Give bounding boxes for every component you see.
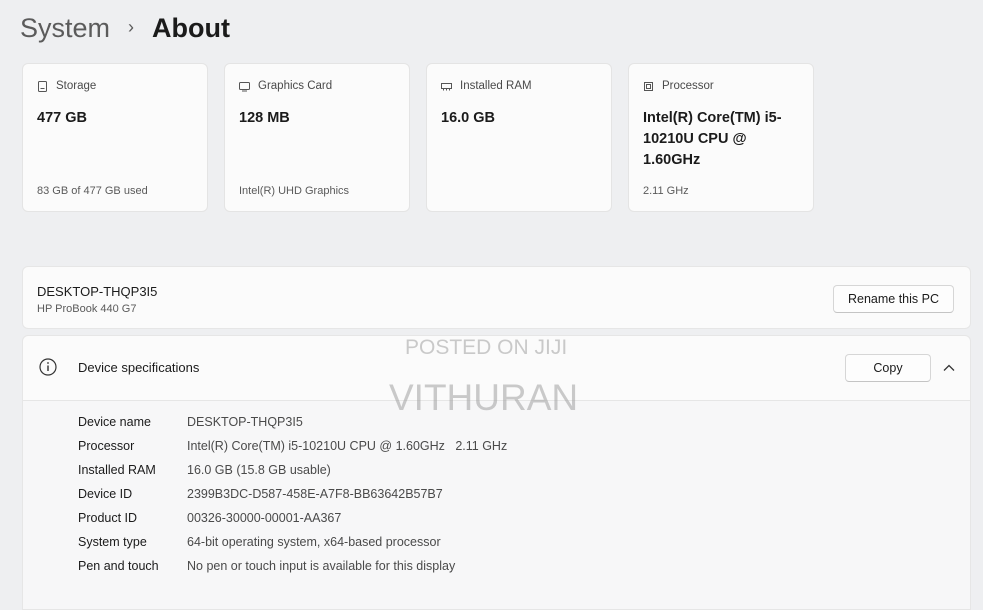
installed-ram-value: 16.0 GB <box>441 110 495 126</box>
installed-ram-card: Installed RAM 16.0 GB <box>426 63 612 212</box>
spec-row: Device name DESKTOP-THQP3I5 <box>78 410 507 434</box>
breadcrumb-system-link[interactable]: System <box>20 13 110 44</box>
spec-value: Intel(R) Core(TM) i5-10210U CPU @ 1.60GH… <box>187 439 508 453</box>
spec-list: Device name DESKTOP-THQP3I5 Processor In… <box>78 410 507 578</box>
device-specifications-panel: Device specifications Copy Device name D… <box>22 335 971 610</box>
spec-label: Pen and touch <box>78 559 159 573</box>
spec-value: 16.0 GB (15.8 GB usable) <box>187 463 331 477</box>
graphics-card-value: 128 MB <box>239 110 290 126</box>
spec-value: 00326-30000-00001-AA367 <box>187 511 342 525</box>
spec-label: Product ID <box>78 511 138 525</box>
spec-label: Device name <box>78 415 151 429</box>
graphics-card-name: Intel(R) UHD Graphics <box>239 185 350 197</box>
spec-value: 2399B3DC-D587-458E-A7F8-BB63642B57B7 <box>187 487 443 501</box>
storage-value: 477 GB <box>37 110 87 126</box>
processor-value: Intel(R) Core(TM) i5-10210U CPU @ 1.60GH… <box>643 110 782 168</box>
processor-card: Processor Intel(R) Core(TM) i5-10210U CP… <box>628 63 814 212</box>
storage-icon <box>38 80 47 92</box>
spec-row: Device ID 2399B3DC-D587-458E-A7F8-BB6364… <box>78 482 507 506</box>
spec-row: Processor Intel(R) Core(TM) i5-10210U CP… <box>78 434 507 458</box>
spec-row: System type 64-bit operating system, x64… <box>78 530 507 554</box>
spec-label: Device ID <box>78 487 133 501</box>
device-name: DESKTOP-THQP3I5 <box>37 284 158 299</box>
storage-usage: 83 GB of 477 GB used <box>37 185 148 197</box>
graphics-card-card: Graphics Card 128 MB Intel(R) UHD Graphi… <box>224 63 410 212</box>
breadcrumb: System › About <box>20 8 230 48</box>
installed-ram-label: Installed RAM <box>460 80 532 92</box>
processor-label: Processor <box>662 80 714 92</box>
spec-value: No pen or touch input is available for t… <box>187 559 456 573</box>
ram-icon <box>441 82 452 90</box>
processor-speed: 2.11 GHz <box>643 185 689 197</box>
spec-row: Product ID 00326-30000-00001-AA367 <box>78 506 507 530</box>
spec-label: Processor <box>78 439 135 453</box>
storage-label: Storage <box>56 80 97 92</box>
device-model: HP ProBook 440 G7 <box>37 303 137 315</box>
processor-icon <box>644 81 653 91</box>
graphics-card-label: Graphics Card <box>258 80 333 92</box>
chevron-up-icon[interactable] <box>941 360 957 376</box>
spec-value: 64-bit operating system, x64-based proce… <box>187 535 441 549</box>
device-specifications-title: Device specifications <box>78 360 200 375</box>
spec-label: Installed RAM <box>78 463 156 477</box>
page-title: About <box>152 12 230 43</box>
device-name-row: DESKTOP-THQP3I5 HP ProBook 440 G7 Rename… <box>22 266 971 329</box>
copy-button[interactable]: Copy <box>845 354 931 382</box>
device-specifications-header[interactable]: Device specifications Copy <box>23 336 970 401</box>
rename-pc-button[interactable]: Rename this PC <box>833 285 954 313</box>
storage-card: Storage 477 GB 83 GB of 477 GB used <box>22 63 208 212</box>
info-icon <box>39 358 57 376</box>
spec-row: Installed RAM 16.0 GB (15.8 GB usable) <box>78 458 507 482</box>
spec-value: DESKTOP-THQP3I5 <box>187 415 303 429</box>
chevron-right-icon: › <box>128 16 135 37</box>
graphics-card-icon <box>239 81 250 91</box>
spec-label: System type <box>78 535 147 549</box>
spec-row: Pen and touch No pen or touch input is a… <box>78 554 507 578</box>
